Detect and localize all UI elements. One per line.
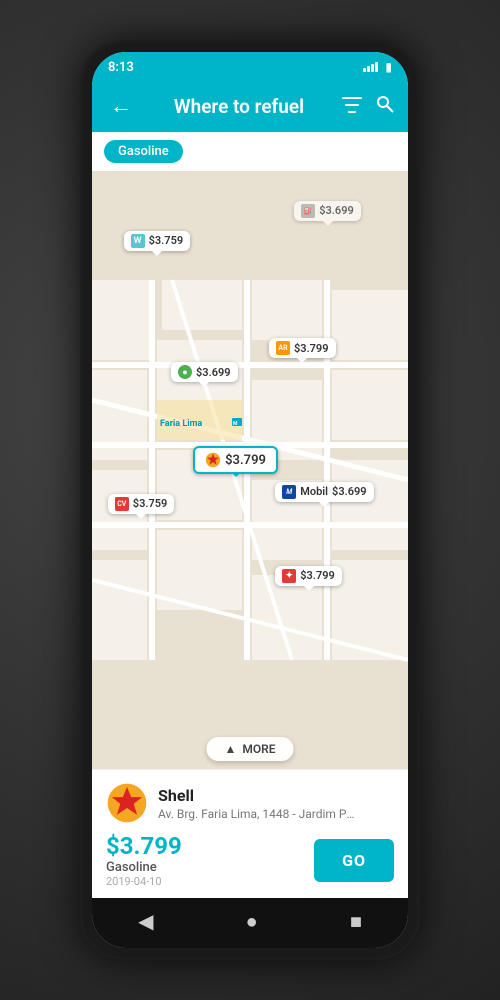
pin-logo-1: W (131, 234, 145, 248)
svg-text:Faria Lima: Faria Lima (160, 419, 202, 429)
filter-icon[interactable] (342, 94, 362, 118)
more-button[interactable]: ▲ MORE (206, 737, 293, 761)
more-label: MORE (242, 742, 275, 756)
pin-price-8: $3.799 (300, 569, 335, 582)
status-icons: ▮ (363, 60, 392, 74)
nav-home-button[interactable]: ● (246, 909, 258, 934)
map-pin-3[interactable]: ● $3.699 (171, 362, 238, 382)
map-pin-4[interactable]: AR $3.799 (269, 338, 336, 358)
map-pin-2[interactable]: ⛽ $3.699 (294, 201, 361, 221)
pin-price-2: $3.699 (319, 204, 354, 217)
signal-icon (363, 62, 378, 72)
map-pin-shell[interactable]: $3.799 (193, 446, 278, 474)
pin-price-6: $3.759 (133, 497, 168, 510)
pin-logo-2: ⛽ (301, 204, 315, 218)
pin-price-7: Mobil (300, 485, 328, 498)
pin-logo-7: M (282, 485, 296, 499)
station-name: Shell (158, 786, 394, 805)
map-area[interactable]: Faria Lima M W $3.759 ⛽ $3.699 ● $3.699 (92, 171, 408, 769)
fuel-type: Gasoline (106, 860, 182, 875)
pin-price-3: $3.699 (196, 366, 231, 379)
pin-logo-4: AR (276, 341, 290, 355)
station-info: Shell Av. Brg. Faria Lima, 1448 - Jardim… (106, 782, 394, 824)
battery-icon: ▮ (385, 60, 392, 74)
svg-text:M: M (233, 421, 238, 427)
nav-bar: ◀ ● ■ (92, 898, 408, 948)
price-value: $3.799 (106, 832, 182, 860)
nav-back-button[interactable]: ◀ (138, 909, 153, 933)
page-title: Where to refuel (146, 95, 332, 118)
pin-logo-6: CV (115, 497, 129, 511)
phone-frame: 8:13 ▮ ← Where to refuel (80, 40, 420, 960)
pin-price-shell: $3.799 (225, 453, 266, 468)
price-date: 2019-04-10 (106, 875, 182, 888)
pin-price-7b: $3.699 (332, 485, 367, 498)
map-pin-8[interactable]: ✦ $3.799 (275, 566, 342, 586)
phone-screen: 8:13 ▮ ← Where to refuel (92, 52, 408, 948)
more-chevron: ▲ (224, 742, 236, 756)
status-time: 8:13 (108, 60, 134, 75)
map-pin-6[interactable]: CV $3.759 (108, 494, 175, 514)
price-info: $3.799 Gasoline 2019-04-10 (106, 832, 182, 888)
gasoline-chip[interactable]: Gasoline (104, 140, 183, 163)
map-pin-1[interactable]: W $3.759 (124, 231, 191, 251)
pin-logo-3: ● (178, 365, 192, 379)
bottom-card: Shell Av. Brg. Faria Lima, 1448 - Jardim… (92, 769, 408, 898)
pin-logo-8: ✦ (282, 569, 296, 583)
back-button[interactable]: ← (106, 91, 136, 121)
status-bar: 8:13 ▮ (92, 52, 408, 80)
price-row: $3.799 Gasoline 2019-04-10 GO (106, 832, 394, 888)
nav-recent-button[interactable]: ■ (350, 909, 362, 934)
shell-pin-logo (205, 452, 221, 468)
search-icon[interactable] (376, 94, 394, 118)
station-address: Av. Brg. Faria Lima, 1448 - Jardim Pauli… (158, 807, 358, 821)
top-bar-icons (342, 94, 394, 118)
station-logo (106, 782, 148, 824)
pin-price-4: $3.799 (294, 342, 329, 355)
station-details: Shell Av. Brg. Faria Lima, 1448 - Jardim… (158, 786, 394, 821)
top-bar: ← Where to refuel (92, 80, 408, 132)
map-pin-7[interactable]: M Mobil $3.699 (275, 482, 373, 502)
pin-price-1: $3.759 (149, 234, 184, 247)
filter-row: Gasoline (92, 132, 408, 171)
go-button[interactable]: GO (314, 839, 394, 882)
